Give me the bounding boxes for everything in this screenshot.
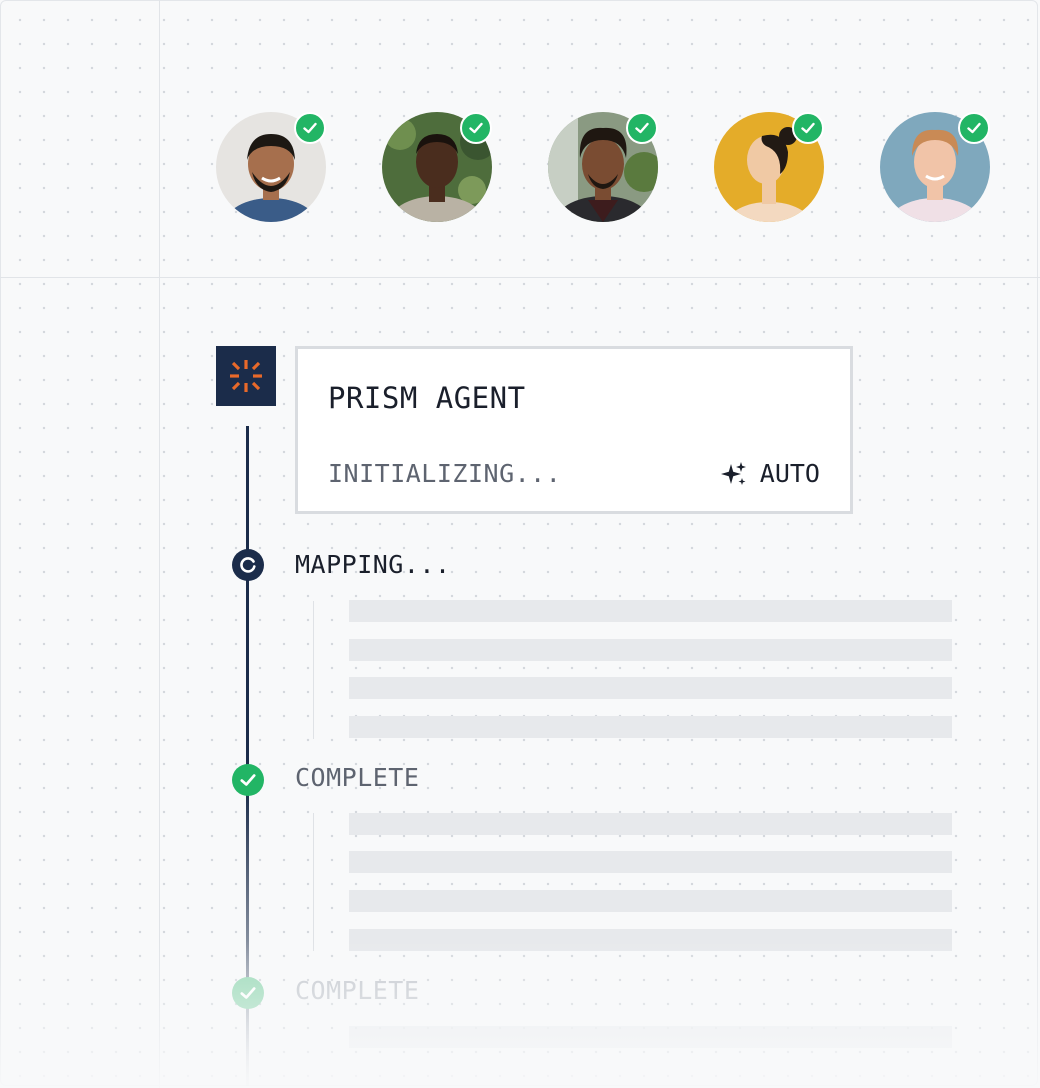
step-label: COMPLETE xyxy=(295,763,420,792)
agent-title: PRISM AGENT xyxy=(328,381,526,415)
step-status-complete xyxy=(232,764,264,796)
placeholder-row xyxy=(349,600,952,622)
placeholder-row xyxy=(349,677,952,699)
check-icon xyxy=(240,987,256,999)
avatar[interactable] xyxy=(216,112,326,222)
agent-status: INITIALIZING... xyxy=(328,459,562,488)
avatar[interactable] xyxy=(714,112,824,222)
verified-check-icon xyxy=(958,112,990,144)
step-label: COMPLETE xyxy=(295,976,420,1005)
timeline-line xyxy=(246,426,249,786)
grid-divider-vertical xyxy=(159,0,160,1088)
verified-check-icon xyxy=(460,112,492,144)
spinner-icon xyxy=(240,557,256,573)
avatar[interactable] xyxy=(382,112,492,222)
placeholder-row xyxy=(349,813,952,835)
step-status-complete-faded xyxy=(232,977,264,1009)
placeholder-row xyxy=(349,639,952,661)
step-status-in-progress xyxy=(232,549,264,581)
verified-check-icon xyxy=(294,112,326,144)
verified-check-icon xyxy=(626,112,658,144)
avatar[interactable] xyxy=(880,112,990,222)
placeholder-row xyxy=(349,716,952,738)
placeholder-row xyxy=(349,1026,952,1048)
agent-logo xyxy=(216,346,276,406)
sparkle-icon xyxy=(720,461,746,485)
step-label: MAPPING... xyxy=(295,550,451,579)
burst-logo-icon xyxy=(230,360,262,392)
placeholder-row xyxy=(349,929,952,951)
timeline-line-fade xyxy=(246,786,249,1086)
avatar-row xyxy=(216,112,1006,222)
verified-check-icon xyxy=(792,112,824,144)
grid-divider-horizontal xyxy=(0,277,1040,278)
agent-card[interactable]: PRISM AGENT INITIALIZING... AUTO xyxy=(295,346,853,514)
placeholder-row xyxy=(349,890,952,912)
step-subline xyxy=(313,601,314,739)
check-icon xyxy=(240,774,256,786)
step-subline xyxy=(313,813,314,951)
placeholder-row xyxy=(349,851,952,873)
avatar[interactable] xyxy=(548,112,658,222)
mode-label: AUTO xyxy=(759,459,820,488)
mode-indicator[interactable]: AUTO xyxy=(720,459,820,488)
